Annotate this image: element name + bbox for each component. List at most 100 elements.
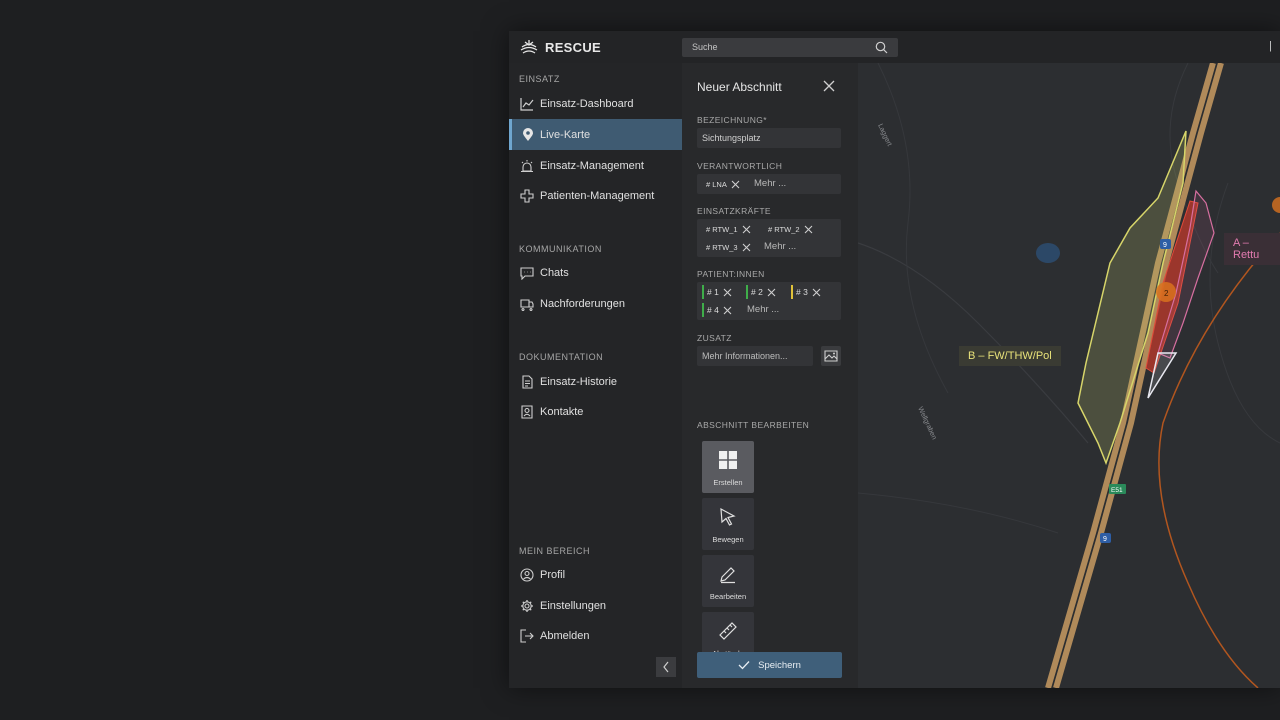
- chip-patient-3[interactable]: # 3: [791, 285, 821, 299]
- sidebar-item-nachforderungen[interactable]: Nachforderungen: [509, 289, 682, 319]
- label-bezeichnung: BEZEICHNUNG*: [697, 115, 767, 125]
- chip-patient-4[interactable]: # 4: [702, 303, 732, 317]
- tool-label: Bearbeiten: [709, 592, 747, 601]
- chevron-left-icon: [663, 661, 669, 673]
- sidebar-item-profil[interactable]: Profil: [509, 560, 682, 590]
- sidebar-item-einsatz-historie[interactable]: Einsatz-Historie: [509, 367, 682, 397]
- more-input[interactable]: Mehr ...: [747, 304, 779, 315]
- sidebar-item-patienten-management[interactable]: Patienten-Management: [509, 181, 682, 211]
- remove-chip-icon[interactable]: [723, 288, 732, 297]
- remove-chip-icon[interactable]: [767, 288, 776, 297]
- map-canvas[interactable]: 2 9 9 E51 Laggert Wellgraben: [858, 63, 1280, 688]
- section-title-mein-bereich: MEIN BEREICH: [519, 546, 591, 556]
- sidebar-item-einstellungen[interactable]: Einstellungen: [509, 591, 682, 621]
- chip-patient-2[interactable]: # 2: [746, 285, 776, 299]
- road-sign-label: 9: [1163, 242, 1167, 249]
- sidebar-item-live-karte[interactable]: Live-Karte: [509, 119, 682, 150]
- rescue-logo-icon: [520, 40, 538, 54]
- map-label-zone-b[interactable]: B – FW/THW/Pol: [959, 346, 1061, 366]
- ruler-icon: [719, 622, 737, 640]
- sidebar-item-label: Nachforderungen: [540, 298, 626, 310]
- search-icon[interactable]: [875, 41, 888, 54]
- label-einsatzkraefte: EINSATZKRÄFTE: [697, 206, 771, 216]
- chip-rtw-2[interactable]: # RTW_2: [768, 222, 813, 236]
- marker-label: 2: [1164, 289, 1169, 298]
- verantwortlich-field[interactable]: # LNA Mehr ...: [697, 174, 841, 194]
- search-input[interactable]: Suche: [682, 38, 898, 57]
- top-bar: RESCUE Suche |: [509, 31, 1280, 63]
- image-add-icon: [824, 350, 838, 362]
- remove-chip-icon[interactable]: [742, 225, 751, 234]
- remove-chip-icon[interactable]: [731, 180, 740, 189]
- zusatz-placeholder: Mehr Informationen...: [702, 351, 788, 361]
- label-patienten: PATIENT:INNEN: [697, 269, 765, 279]
- tool-bewegen[interactable]: Bewegen: [702, 498, 754, 550]
- remove-chip-icon[interactable]: [723, 306, 732, 315]
- tool-label: Bewegen: [712, 535, 744, 544]
- street-name: Laggert: [876, 123, 892, 148]
- zusatz-input[interactable]: Mehr Informationen...: [697, 346, 813, 366]
- chip-patient-1[interactable]: # 1: [702, 285, 732, 299]
- close-icon[interactable]: [822, 79, 836, 93]
- save-label: Speichern: [758, 659, 801, 671]
- new-section-panel: Neuer Abschnitt BEZEICHNUNG* Sichtungspl…: [682, 63, 858, 688]
- document-history-icon: [522, 375, 533, 389]
- app-window: RESCUE Suche | EINSATZ Einsatz-Dashboard…: [509, 31, 1280, 688]
- section-title-kommunikation: KOMMUNIKATION: [519, 244, 602, 254]
- truck-request-icon: [520, 299, 534, 311]
- top-right-fragment: |: [1269, 40, 1272, 52]
- sidebar-item-kontakte[interactable]: Kontakte: [509, 397, 682, 427]
- sidebar-item-einsatz-dashboard[interactable]: Einsatz-Dashboard: [509, 89, 682, 119]
- chip-rtw-1[interactable]: # RTW_1: [706, 222, 751, 236]
- user-circle-icon: [520, 568, 534, 582]
- tool-bearbeiten[interactable]: Bearbeiten: [702, 555, 754, 607]
- sidebar-item-label: Abmelden: [540, 630, 590, 642]
- remove-chip-icon[interactable]: [742, 243, 751, 252]
- label-abschnitt-bearbeiten: ABSCHNITT BEARBEITEN: [697, 420, 810, 430]
- sidebar-item-chats[interactable]: Chats: [509, 258, 682, 288]
- save-button[interactable]: Speichern: [697, 652, 842, 678]
- brand[interactable]: RESCUE: [520, 39, 601, 55]
- section-title-einsatz: EINSATZ: [519, 74, 560, 84]
- tool-erstellen[interactable]: Erstellen: [702, 441, 754, 493]
- sidebar-item-einsatz-management[interactable]: Einsatz-Management: [509, 151, 682, 181]
- add-image-button[interactable]: [821, 346, 841, 366]
- chart-line-icon: [520, 98, 534, 111]
- remove-chip-icon[interactable]: [812, 288, 821, 297]
- chip-lna[interactable]: # LNA: [706, 177, 740, 191]
- logout-icon: [520, 629, 534, 643]
- gear-icon: [521, 600, 533, 612]
- sidebar-item-label: Live-Karte: [540, 128, 591, 141]
- live-map[interactable]: 2 9 9 E51 Laggert Wellgraben B – FW/THW/…: [858, 63, 1280, 688]
- lake-shape: [1036, 243, 1060, 263]
- contact-card-icon: [521, 405, 533, 419]
- sidebar-item-label: Einsatz-Historie: [540, 376, 618, 388]
- sidebar-item-label: Kontakte: [540, 406, 584, 418]
- sidebar-item-label: Einsatz-Management: [540, 160, 644, 172]
- panel-title: Neuer Abschnitt: [697, 80, 782, 94]
- section-title-dokumentation: DOKUMENTATION: [519, 352, 604, 362]
- remove-chip-icon[interactable]: [804, 225, 813, 234]
- patienten-field[interactable]: # 1 # 2 # 3 # 4 Mehr ...: [697, 282, 841, 320]
- label-zusatz: ZUSATZ: [697, 333, 732, 343]
- app-name: RESCUE: [545, 39, 601, 55]
- more-input[interactable]: Mehr ...: [764, 241, 796, 252]
- road-sign-label: E51: [1111, 487, 1123, 494]
- label-verantwortlich: VERANTWORTLICH: [697, 161, 783, 171]
- pencil-icon: [720, 567, 735, 584]
- cursor-arrow-icon: [720, 507, 736, 526]
- sidebar-item-abmelden[interactable]: Abmelden: [509, 621, 682, 651]
- search-placeholder: Suche: [692, 42, 718, 52]
- einsatzkraefte-field[interactable]: # RTW_1 # RTW_2 # RTW_3 Mehr ...: [697, 219, 841, 257]
- chip-rtw-3[interactable]: # RTW_3: [706, 240, 751, 254]
- medical-cross-icon: [520, 189, 534, 203]
- bezeichnung-value: Sichtungsplatz: [702, 133, 761, 143]
- tool-label: Erstellen: [713, 478, 743, 487]
- bezeichnung-input[interactable]: Sichtungsplatz: [697, 128, 841, 148]
- map-pin-icon: [523, 127, 533, 141]
- map-label-zone-a[interactable]: A – Rettu: [1224, 233, 1280, 265]
- sidebar-item-label: Patienten-Management: [540, 190, 655, 202]
- more-input[interactable]: Mehr ...: [754, 178, 786, 189]
- collapse-sidebar-button[interactable]: [656, 657, 676, 677]
- sidebar-item-label: Chats: [540, 267, 569, 279]
